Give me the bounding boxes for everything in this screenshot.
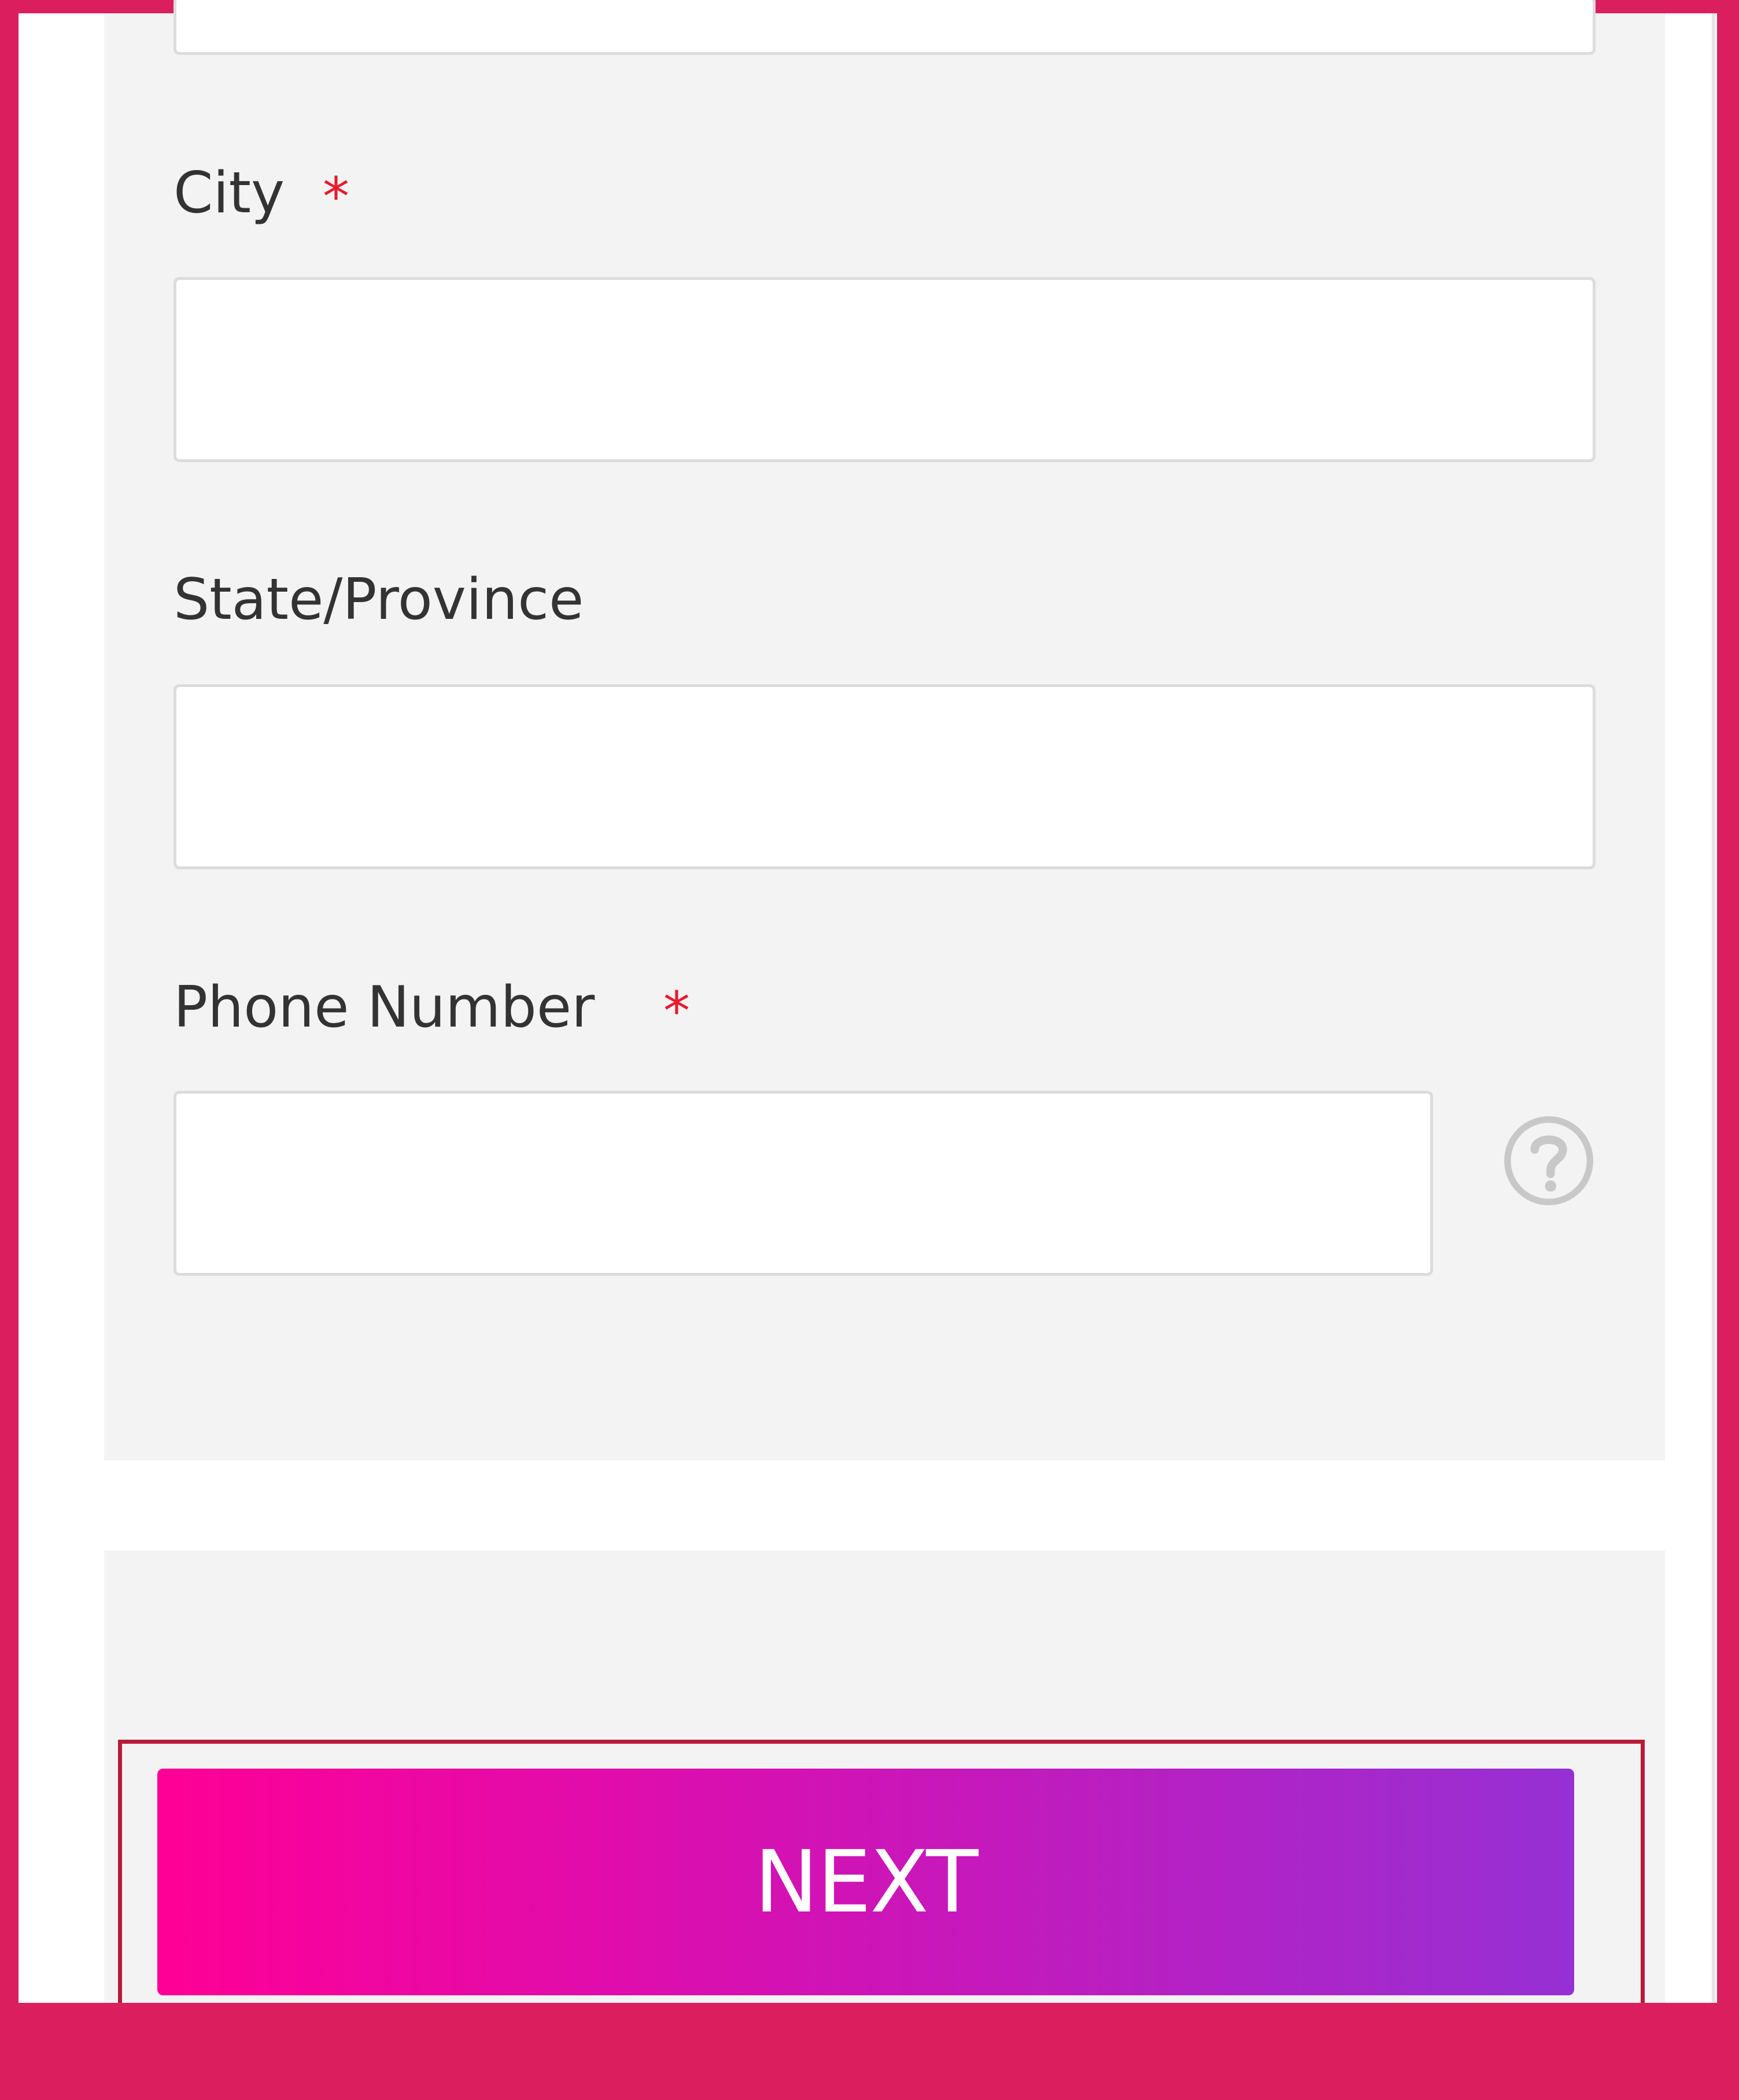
state-province-label: State/Province <box>173 567 584 633</box>
phone-number-input[interactable] <box>173 1091 1433 1276</box>
page-content: City * State/Province Phone Number * NEX… <box>19 0 1717 2016</box>
help-circle-icon[interactable] <box>1502 1114 1596 1208</box>
scroll-edge <box>1712 13 1715 2003</box>
bottom-bar <box>0 2003 1739 2100</box>
city-input[interactable] <box>173 277 1596 462</box>
phone-number-label: Phone Number <box>173 975 595 1040</box>
next-button[interactable]: NEXT <box>157 1769 1574 1995</box>
previous-field-input[interactable] <box>173 0 1596 55</box>
state-province-input[interactable] <box>173 684 1596 869</box>
city-required-marker: * <box>323 166 349 228</box>
city-label: City <box>173 160 285 226</box>
phone-required-marker: * <box>663 980 690 1042</box>
